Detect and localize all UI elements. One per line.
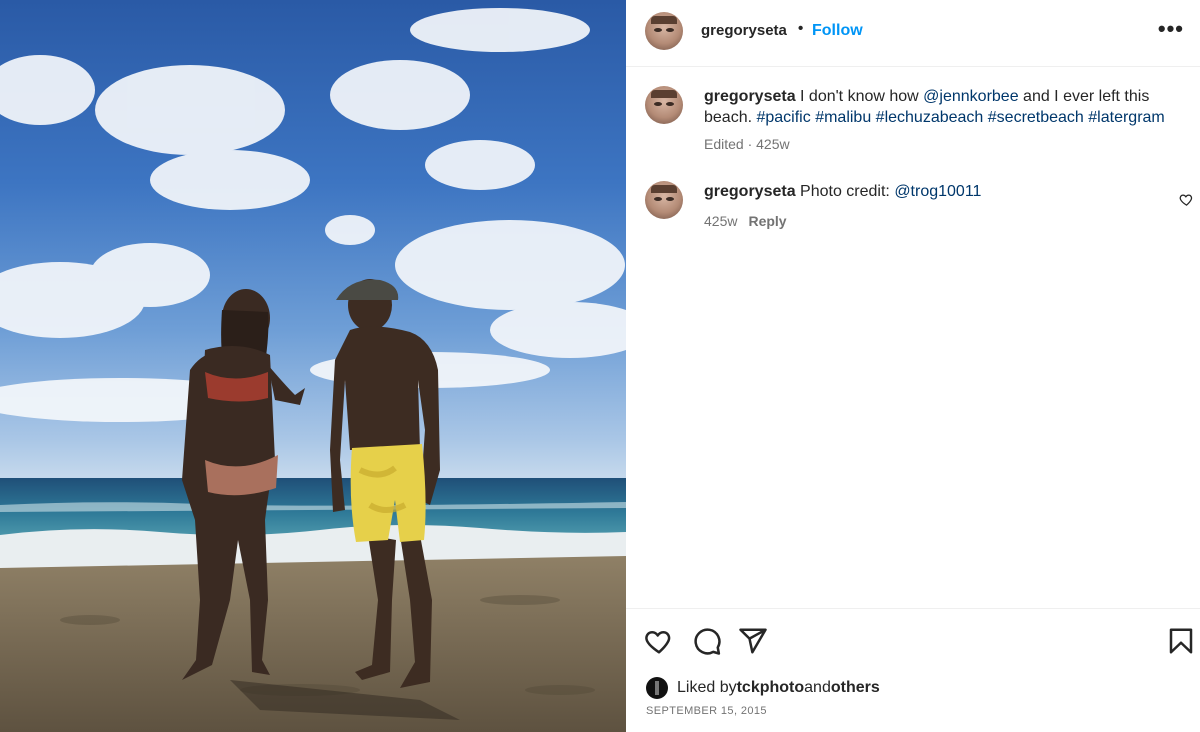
beach-photo — [0, 8, 626, 732]
liked-by-middle: and — [804, 679, 831, 696]
post-date[interactable]: SEPTEMBER 15, 2015 — [646, 705, 767, 717]
liked-by-prefix: Liked by — [677, 679, 737, 696]
comment-time: 425w — [704, 213, 738, 229]
separator-dot: • — [798, 20, 804, 37]
comment-text: gregoryseta Photo credit: @trog10011 — [704, 181, 1174, 202]
author-username[interactable]: gregoryseta — [701, 22, 787, 39]
liked-by: Liked by tckphoto and others — [646, 676, 880, 700]
comment-icon[interactable] — [692, 626, 722, 656]
hashtag-link[interactable]: #malibu — [815, 109, 871, 126]
post-details-panel: gregoryseta • Follow ••• gregoryseta I d… — [626, 0, 1200, 732]
share-icon[interactable] — [738, 626, 768, 656]
post-actions: Liked by tckphoto and others SEPTEMBER 15, … — [626, 608, 1200, 732]
mention-link[interactable]: @trog10011 — [894, 183, 981, 200]
liker-username[interactable]: tckphoto — [737, 679, 805, 697]
others-link[interactable]: others — [831, 679, 880, 697]
post-header: gregoryseta • Follow ••• — [626, 0, 1200, 67]
comment-text-body: Photo credit: — [795, 183, 895, 200]
more-options-icon[interactable]: ••• — [1158, 16, 1184, 42]
caption-meta: Edited · 425w — [704, 136, 790, 152]
post-photo[interactable] — [0, 0, 626, 732]
comment-meta: 425w Reply — [704, 213, 787, 229]
comment-like-heart-icon[interactable] — [1179, 192, 1194, 207]
caption-author-avatar[interactable] — [645, 86, 683, 124]
caption-username[interactable]: gregoryseta — [704, 88, 796, 105]
caption-text-part-1: I don't know how — [795, 88, 924, 105]
mention-link[interactable]: @jennkorbee — [923, 88, 1018, 105]
caption-text: gregoryseta I don't know how @jennkorbee… — [704, 86, 1174, 128]
comment-username[interactable]: gregoryseta — [704, 183, 796, 200]
hashtag-link[interactable]: #pacific — [756, 109, 810, 126]
bookmark-icon[interactable] — [1166, 626, 1196, 656]
follow-button[interactable]: Follow — [812, 22, 863, 40]
hashtag-link[interactable]: #secretbeach — [988, 109, 1084, 126]
hashtag-link[interactable]: #latergram — [1088, 109, 1164, 126]
comment-author-avatar[interactable] — [645, 181, 683, 219]
liker-avatar[interactable] — [646, 677, 668, 699]
heart-icon[interactable] — [644, 626, 674, 656]
author-avatar[interactable] — [645, 12, 683, 50]
reply-button[interactable]: Reply — [748, 213, 786, 229]
hashtag-link[interactable]: #lechuzabeach — [876, 109, 984, 126]
